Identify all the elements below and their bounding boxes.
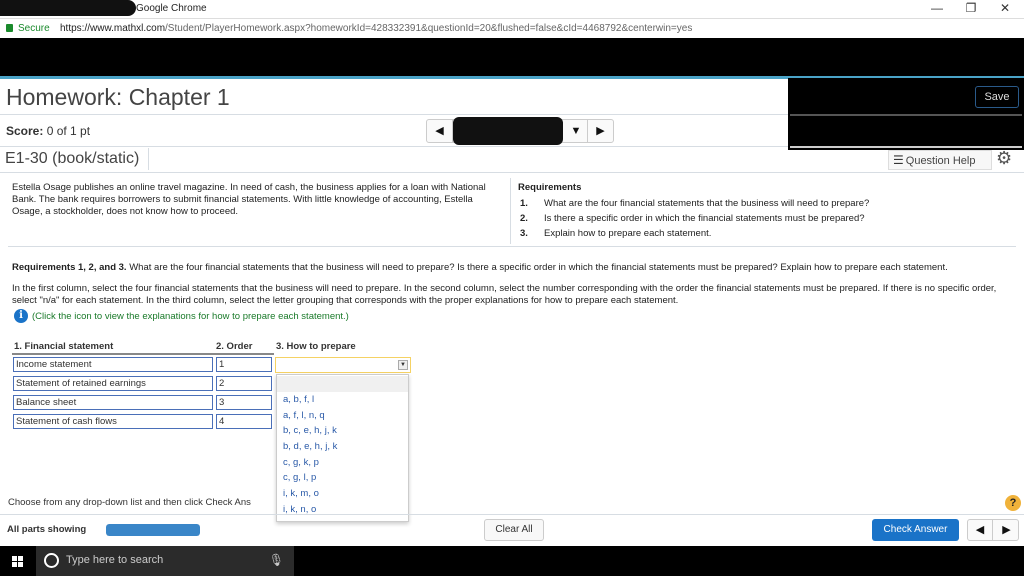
window-title: Google Chrome: [136, 3, 207, 14]
divider: [790, 114, 1022, 116]
dropdown-option[interactable]: a, b, f, l: [277, 392, 408, 408]
requirement-number: 1.: [520, 198, 528, 209]
check-answer-button[interactable]: Check Answer: [872, 519, 959, 541]
help-icon[interactable]: ?: [1005, 495, 1021, 511]
requirement-item: 1. What are the four financial statements…: [518, 196, 869, 211]
next-part-button[interactable]: ▶: [994, 520, 1019, 540]
order-select[interactable]: 2: [216, 376, 272, 391]
taskbar: Type here to search 🎙: [0, 546, 1024, 576]
microphone-icon[interactable]: 🎙: [269, 553, 284, 567]
requirement-text: Is there a specific order in which the f…: [544, 213, 865, 224]
close-button[interactable]: ✕: [990, 1, 1020, 15]
requirement-text: What are the four financial statements t…: [544, 198, 870, 209]
score: Score: 0 of 1 pt: [6, 124, 90, 138]
url-path: /Student/PlayerHomework.aspx?homeworkId=…: [165, 23, 693, 34]
header-divider: [12, 353, 274, 355]
dropdown-option-blank[interactable]: [277, 376, 408, 392]
search-placeholder: Type here to search: [66, 554, 164, 566]
divider: [510, 178, 511, 244]
how-to-prepare-select[interactable]: ▼: [275, 357, 411, 373]
divider: [0, 146, 788, 147]
secure-label: Secure: [18, 23, 50, 34]
column-header-statement: 1. Financial statement: [14, 341, 114, 352]
dropdown-option[interactable]: c, g, l, p: [277, 470, 408, 486]
question-dropdown-icon[interactable]: ▼: [563, 120, 589, 142]
problem-story: Estella Osage publishes an online travel…: [12, 182, 486, 217]
progress-fill: [106, 524, 200, 536]
redacted-question-select[interactable]: [453, 117, 563, 145]
instructions: In the first column, select the four fin…: [12, 283, 997, 306]
parts-progress-bar: [106, 524, 200, 536]
requirement-item: 2. Is there a specific order in which the…: [518, 211, 869, 226]
score-value: 0 of 1 pt: [46, 124, 91, 138]
next-question-button[interactable]: ▶: [587, 120, 613, 142]
divider: [8, 246, 1016, 247]
dropdown-option[interactable]: b, c, e, h, j, k: [277, 423, 408, 439]
chevron-down-icon[interactable]: ▼: [398, 360, 408, 370]
redacted-header-bar: [0, 38, 1024, 76]
requirement-item: 3. Explain how to prepare each statement.: [518, 226, 869, 241]
url-domain: https://www.mathxl.com: [60, 23, 166, 34]
prompt-text: What are the four financial statements t…: [126, 262, 948, 273]
browser-titlebar: Google Chrome — ❐ ✕: [0, 0, 1024, 18]
lock-icon: [6, 24, 13, 32]
all-parts-label: All parts showing: [7, 524, 87, 535]
divider: [0, 114, 788, 115]
list-icon: ☰: [893, 153, 904, 167]
prev-part-button[interactable]: ◀: [968, 520, 993, 540]
cortana-icon: [44, 553, 59, 568]
statement-select[interactable]: Statement of retained earnings: [13, 376, 213, 391]
clear-all-button[interactable]: Clear All: [484, 519, 544, 541]
dropdown-option[interactable]: a, f, l, n, q: [277, 408, 408, 424]
gear-icon[interactable]: ⚙: [996, 148, 1012, 169]
minimize-button[interactable]: —: [922, 1, 952, 15]
instruction-footer: Choose from any drop-down list and then …: [8, 497, 251, 508]
column-header-how: 3. How to prepare: [276, 341, 356, 352]
divider: [0, 172, 1024, 173]
order-select[interactable]: 1: [216, 357, 272, 372]
divider: [0, 514, 1024, 515]
restore-button[interactable]: ❐: [956, 1, 986, 15]
taskbar-search[interactable]: Type here to search 🎙: [36, 546, 294, 576]
windows-logo-icon: [12, 556, 23, 567]
page-title: Homework: Chapter 1: [6, 84, 230, 110]
divider: [790, 146, 1022, 148]
dropdown-option[interactable]: b, d, e, h, j, k: [277, 439, 408, 455]
question-navigator: ◀ ▼ ▶: [426, 117, 614, 145]
dropdown-option[interactable]: i, k, m, o: [277, 486, 408, 502]
order-select[interactable]: 4: [216, 414, 272, 429]
prompt-bold: Requirements 1, 2, and 3.: [12, 262, 127, 273]
requirement-number: 2.: [520, 213, 528, 224]
question-help-label: Question Help: [905, 155, 976, 167]
requirement-number: 3.: [520, 228, 528, 239]
how-to-prepare-dropdown[interactable]: a, b, f, l a, f, l, n, q b, c, e, h, j, …: [276, 374, 409, 522]
question-id: E1-30 (book/static): [5, 150, 140, 167]
requirement-text: Explain how to prepare each statement.: [544, 228, 712, 239]
requirements-title: Requirements: [518, 182, 582, 193]
requirements-panel: Requirements 1. What are the four financi…: [518, 182, 869, 241]
score-label: Score:: [6, 124, 44, 138]
column-header-order: 2. Order: [216, 341, 253, 352]
statement-select[interactable]: Statement of cash flows: [13, 414, 213, 429]
statement-select[interactable]: Balance sheet: [13, 395, 213, 410]
dropdown-option[interactable]: c, g, k, p: [277, 455, 408, 471]
statement-select[interactable]: Income statement: [13, 357, 213, 372]
redacted-tab-title: [0, 0, 136, 16]
url-text[interactable]: https://www.mathxl.com/Student/PlayerHom…: [60, 23, 692, 34]
start-button[interactable]: [0, 546, 36, 576]
address-bar[interactable]: Secure https://www.mathxl.com/Student/Pl…: [0, 18, 1024, 38]
save-button[interactable]: Save: [975, 86, 1019, 108]
info-icon[interactable]: i: [14, 309, 28, 323]
order-select[interactable]: 3: [216, 395, 272, 410]
info-link-text[interactable]: (Click the icon to view the explanations…: [32, 311, 349, 322]
part-navigator: ◀ ▶: [967, 519, 1019, 541]
info-link[interactable]: i (Click the icon to view the explanatio…: [14, 309, 349, 323]
divider: [148, 148, 149, 170]
question-prompt: Requirements 1, 2, and 3. What are the f…: [12, 262, 948, 273]
question-help-button[interactable]: ☰ Question Help: [888, 150, 992, 170]
dropdown-option[interactable]: i, k, n, o: [277, 502, 408, 518]
prev-question-button[interactable]: ◀: [427, 120, 453, 142]
